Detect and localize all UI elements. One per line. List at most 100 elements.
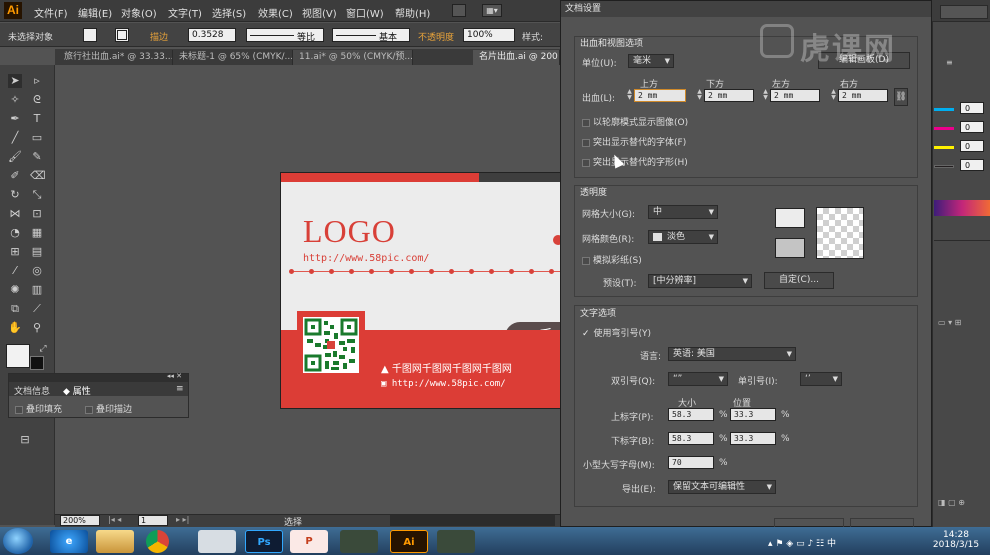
blob-brush-tool-icon[interactable]: ✐	[8, 169, 22, 183]
panel-collapse-icon[interactable]: ◂◂ ✕	[167, 372, 182, 380]
checkbox-icon[interactable]	[582, 158, 590, 167]
menu-effect[interactable]: 效果(C)	[258, 5, 293, 20]
magenta-value[interactable]: 0	[960, 121, 984, 133]
superscript-position-field[interactable]: 33.3	[730, 408, 776, 421]
app-icon[interactable]	[198, 530, 236, 553]
language-dropdown[interactable]: 英语: 美国 ▼	[668, 347, 796, 361]
panel-menu-icon[interactable]: ≡	[946, 58, 953, 67]
bleed-left-spinner-icon[interactable]: ▲ ▼	[762, 89, 769, 102]
artboard-prev-icon[interactable]: |◂ ◂	[108, 515, 121, 524]
highlight-fonts-checkbox[interactable]: 突出显示替代的字体(F)	[582, 135, 686, 148]
variable-width-profile[interactable]: 等比	[246, 28, 324, 43]
fill-color-icon[interactable]	[6, 344, 30, 368]
lasso-tool-icon[interactable]: ᘓ	[30, 93, 44, 107]
pen-tool-icon[interactable]: ✒	[8, 112, 22, 126]
zoom-field[interactable]: 200%	[60, 515, 100, 526]
symbol-sprayer-tool-icon[interactable]: ✺	[8, 283, 22, 297]
line-tool-icon[interactable]: ╱	[8, 131, 22, 145]
hand-tool-icon[interactable]: ✋	[8, 321, 22, 335]
link-bleed-icon[interactable]: ⛓	[894, 88, 908, 106]
brush-definition[interactable]: 基本	[332, 28, 410, 43]
direct-selection-tool-icon[interactable]: ▹	[30, 74, 44, 88]
scale-tool-icon[interactable]: ⤡	[30, 188, 44, 202]
black-value[interactable]: 0	[960, 159, 984, 171]
bridge-icon[interactable]	[452, 4, 466, 17]
tab-card-bleed[interactable]: 名片出血.ai @ 200	[473, 50, 560, 65]
business-card-artboard[interactable]: LOGO http://www.58pic.com/ 千 ▲ 千图网千图网千图网…	[280, 172, 562, 409]
cancel-button-edge[interactable]	[850, 518, 914, 527]
type-tool-icon[interactable]: T	[30, 112, 44, 126]
bleed-bottom-spinner-icon[interactable]: ▲ ▼	[696, 89, 703, 102]
unit-dropdown[interactable]: 毫米 ▼	[628, 54, 674, 68]
workspace-switcher[interactable]	[940, 5, 988, 19]
subscript-size-field[interactable]: 58.3	[668, 432, 714, 445]
slice-tool-icon[interactable]: ⟋	[30, 302, 44, 316]
double-quotes-dropdown[interactable]: “” ▼	[668, 372, 728, 386]
explorer-icon[interactable]	[96, 530, 134, 553]
arrange-docs-icon[interactable]: ▦▾	[482, 4, 502, 17]
tab-travel-bleed[interactable]: 旅行社出血.ai* @ 33.33...	[58, 50, 173, 65]
horizontal-scrollbar[interactable]	[390, 515, 555, 526]
width-tool-icon[interactable]: ⋈	[8, 207, 22, 221]
panel-footer-icons[interactable]: ▭ ▾ ⊞	[938, 318, 961, 327]
bleed-right-field[interactable]: 2 mm	[838, 89, 888, 102]
mesh-tool-icon[interactable]: ⊞	[8, 245, 22, 259]
checkbox-icon[interactable]	[85, 405, 93, 414]
paintbrush-tool-icon[interactable]: 🖌	[8, 150, 22, 164]
chrome-icon[interactable]	[146, 530, 169, 553]
yellow-value[interactable]: 0	[960, 140, 984, 152]
yellow-slider[interactable]	[934, 146, 954, 149]
gradient-tool-icon[interactable]: ▤	[30, 245, 44, 259]
start-button-icon[interactable]	[3, 528, 33, 554]
eraser-tool-icon[interactable]: ⌫	[30, 169, 46, 183]
zoom-tool-icon[interactable]: ⚲	[30, 321, 44, 335]
menu-file[interactable]: 文件(F)	[34, 5, 68, 20]
dialog-title[interactable]: 文档设置	[561, 1, 931, 17]
overprint-stroke-checkbox[interactable]: 叠印描边	[85, 402, 132, 415]
photoshop-icon[interactable]: Ps	[245, 530, 283, 553]
swap-colors-icon[interactable]: ⤢	[36, 342, 50, 356]
menu-window[interactable]: 窗口(W)	[346, 5, 384, 20]
checkbox-icon[interactable]	[582, 256, 590, 265]
eyedropper-tool-icon[interactable]: ⁄	[8, 264, 22, 278]
pencil-tool-icon[interactable]: ✎	[30, 150, 44, 164]
cyan-slider[interactable]	[934, 108, 954, 111]
stroke-swatch[interactable]	[115, 28, 129, 42]
artboard-tool-icon[interactable]: ⧉	[8, 302, 22, 316]
stroke-color-icon[interactable]	[30, 356, 44, 370]
taskbar-clock[interactable]: 14:28 2018/3/15	[926, 530, 986, 550]
grid-color-dropdown[interactable]: 淡色 ▼	[648, 230, 718, 244]
panel-bottom-icons[interactable]: ◨ ▢ ⊕	[938, 498, 965, 507]
rectangle-tool-icon[interactable]: ▭	[30, 131, 44, 145]
superscript-size-field[interactable]: 58.3	[668, 408, 714, 421]
menu-help[interactable]: 帮助(H)	[395, 5, 430, 20]
powerpoint-icon[interactable]: P	[290, 530, 328, 553]
magenta-slider[interactable]	[934, 127, 954, 130]
opacity-label[interactable]: 不透明度	[418, 30, 454, 43]
artboard-number-field[interactable]: 1	[138, 515, 168, 526]
panel-menu-icon[interactable]: ≡	[176, 384, 184, 394]
ie-icon[interactable]: e	[50, 530, 88, 553]
perspective-grid-tool-icon[interactable]: ▦	[30, 226, 44, 240]
use-quotes-checkbox[interactable]: ✓ 使用弯引号(Y)	[582, 326, 651, 339]
rotate-tool-icon[interactable]: ↻	[8, 188, 22, 202]
tab-untitled-1[interactable]: 未标题-1 @ 65% (CMYK/...	[173, 50, 293, 65]
stroke-label[interactable]: 描边	[150, 30, 168, 43]
selection-tool-icon[interactable]: ➤	[8, 74, 22, 88]
tray-icons[interactable]: ▴ ⚑ ◈ ▭ ♪ ☷ 中	[768, 536, 836, 549]
grid-color-swatch-dark[interactable]	[775, 238, 805, 258]
ok-button-edge[interactable]	[774, 518, 844, 527]
artboard-next-icon[interactable]: ▸ ▸|	[176, 515, 189, 524]
opacity-field[interactable]: 100%	[463, 28, 515, 42]
black-slider[interactable]	[934, 165, 954, 168]
custom-button[interactable]: 自定(C)...	[764, 272, 834, 289]
attributes-panel-header[interactable]: ◂◂ ✕	[9, 372, 188, 382]
preset-dropdown[interactable]: [中分辨率] ▼	[648, 274, 752, 288]
small-caps-field[interactable]: 70	[668, 456, 714, 469]
tab-attributes[interactable]: ◆ 属性	[63, 384, 91, 397]
magic-wand-tool-icon[interactable]: ✧	[8, 93, 22, 107]
overprint-fill-checkbox[interactable]: 叠印填充	[15, 402, 62, 415]
screen-mode-icon[interactable]: ⊟	[16, 433, 34, 447]
tab-document-info[interactable]: 文档信息	[14, 384, 50, 397]
export-dropdown[interactable]: 保留文本可编辑性 ▼	[668, 480, 776, 494]
